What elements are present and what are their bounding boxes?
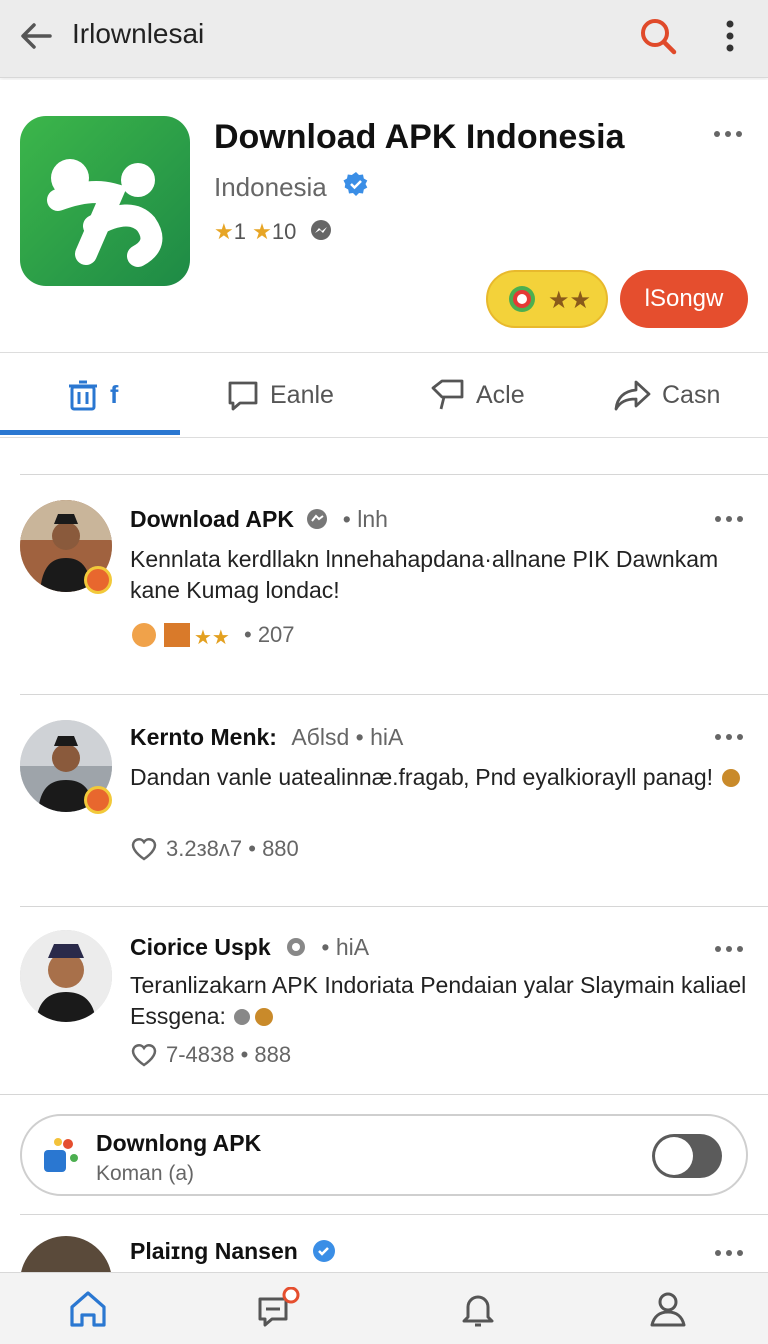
post-body: Dandan vanle uatealinnæ.fragab‚ Pnd eyal… [130,762,750,793]
reaction-emoji-icon: ★★ [509,286,591,314]
active-tab-indicator [0,430,180,435]
tab-bar: f Eanle Acle Casn [0,352,768,438]
divider [20,474,768,475]
post-body-text: Dandan vanle uatealinnæ.fragab‚ Pnd eyal… [130,764,714,790]
verified-icon [307,509,328,529]
rating-row: ★1 ★10 [214,218,334,245]
bell-icon[interactable] [456,1287,500,1331]
primary-action-button[interactable]: lSongw [620,270,748,328]
post-author-name: Download APK [130,506,294,532]
post-more-icon[interactable] [714,514,744,524]
tag-icon [431,379,464,410]
verified-badge-icon [313,1240,336,1262]
post-author: Kernto Menk: Aбlsd • hiA [130,724,403,751]
post-author: Plaiɪng Nansen [130,1238,336,1265]
card-title: Downlong APK [96,1130,262,1156]
post-stats-text: • 207 [244,622,295,647]
tab-comment[interactable]: Eanle [226,353,334,437]
rating-value-b: 10 [271,219,297,244]
avatar[interactable] [20,1236,112,1272]
post-author-name: Kernto Menk: [130,724,277,750]
app-header: Download APK Indonesia Indonesia ★1 ★10 … [0,80,768,352]
emoji-icon [722,769,741,787]
post-more-icon[interactable] [714,944,744,954]
verified-badge-icon [343,172,368,196]
divider [20,694,768,695]
tab-label: Acle [476,380,525,409]
tab-label: f [110,380,119,409]
post-body: Kennlata kerdllakn lnnehahapdana·allnane… [130,546,719,603]
arrow-left-icon[interactable] [16,16,56,56]
post-author: Download APK • lnh [130,506,388,533]
rating-value-a: 1 [233,219,246,244]
post-author-name: Ciorice Uspk [130,934,271,960]
share-icon [614,380,651,411]
more-options-icon[interactable] [712,124,744,144]
post-author-name: Plaiɪng Nansen [130,1238,298,1264]
user-photo [20,930,112,1022]
tab-label: Casn [662,380,721,409]
toggle-knob [655,1137,693,1175]
bottom-navigation [0,1272,768,1344]
search-icon[interactable] [636,14,680,58]
post-stats: 3.2ᴈ8ᴧ7 • 880 [130,836,299,862]
app-subtitle: Indonesia [214,170,370,203]
divider [20,1214,768,1215]
app-subtitle-text: Indonesia [214,172,327,202]
divider [0,1094,768,1095]
divider [20,906,768,907]
avatar-badge-icon [84,786,112,814]
toggle-switch[interactable] [652,1134,722,1178]
feed-post-partial[interactable]: Plaiɪng Nansen [0,1232,768,1272]
post-stats-text: 7-4838 • 888 [166,1042,292,1067]
post-stats-text: 3.2ᴈ8ᴧ7 • 880 [166,836,299,861]
reaction-button[interactable]: ★★ [486,270,608,328]
post-meta: Aбlsd • hiA [291,724,404,750]
avatar[interactable] [20,930,112,1022]
gear-badge-icon [287,938,305,956]
post-meta: • hiA [321,934,370,960]
app-logo-icon [47,159,163,267]
page-title: Irlownlesai [72,18,205,49]
avatar-badge-icon [84,566,112,594]
tab-delete[interactable]: f [66,353,118,437]
tab-share[interactable]: Casn [614,353,720,437]
svg-text:★★: ★★ [194,625,230,649]
tab-label: Eanle [270,380,334,409]
heart-icon[interactable] [130,836,158,862]
post-stats: 7-4838 • 888 [130,1042,291,1068]
top-app-bar: Irlownlesai [0,0,768,78]
messenger-icon [311,220,332,240]
post-stats: ★★ • 207 [130,620,295,650]
post-body-text: Teranlizakarn APK Indoriata Pendaian yal… [130,972,747,1029]
comment-icon [228,381,258,411]
tab-tag[interactable]: Acle [430,353,525,437]
star-icon: ★ [214,219,234,244]
app-small-icon [44,1138,78,1172]
post-more-icon[interactable] [714,732,744,742]
kebab-menu-icon[interactable] [712,14,748,58]
card-subtitle: Koman (a) [96,1162,195,1185]
home-icon[interactable] [66,1287,110,1331]
star-icon: ★ [252,219,272,244]
chat-notification-icon[interactable] [256,1287,300,1331]
post-more-icon[interactable] [714,1248,744,1258]
reaction-emojis-icon: ★★ [132,623,230,649]
emoji-icon [234,1008,274,1026]
app-icon[interactable] [20,116,190,286]
download-toggle-card[interactable]: Downlong APK Koman (a) [20,1114,748,1196]
post-body: Teranlizakarn APK Indoriata Pendaian yal… [130,970,750,1032]
post-meta: • lnh [342,506,388,532]
heart-icon[interactable] [130,1042,158,1068]
profile-icon[interactable] [646,1287,690,1331]
app-title: Download APK Indonesia [214,118,625,156]
post-author: Ciorice Uspk • hiA [130,934,369,961]
trash-icon [69,380,97,411]
svg-text:★★: ★★ [548,286,591,314]
